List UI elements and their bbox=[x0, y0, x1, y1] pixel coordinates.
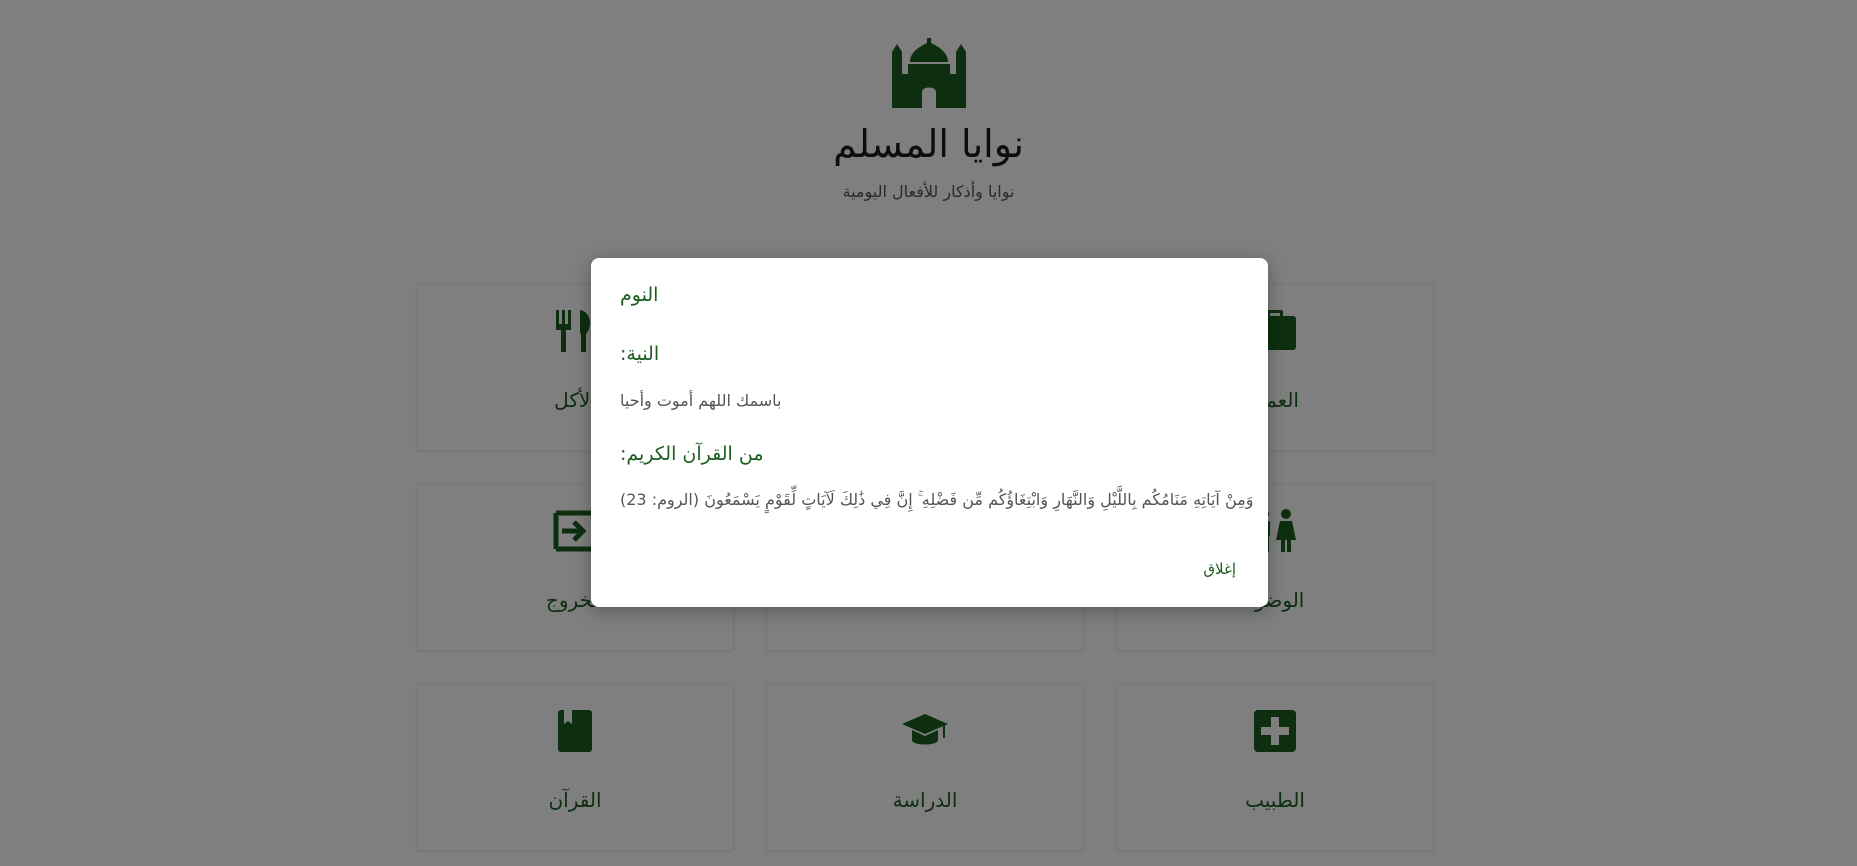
quran-verse: وَمِنْ آيَاتِهِ مَنَامُكُم بِاللَّيْلِ و… bbox=[620, 490, 1254, 509]
intention-heading: النية: bbox=[620, 343, 660, 365]
modal-title: النوم bbox=[620, 284, 659, 306]
sleep-modal: النوم النية: باسمك اللهم أموت وأحيا من ا… bbox=[591, 258, 1268, 607]
quran-heading: من القرآن الكريم: bbox=[620, 443, 764, 465]
intention-text: باسمك اللهم أموت وأحيا bbox=[620, 391, 782, 410]
close-button[interactable]: إغلاق bbox=[1203, 560, 1236, 578]
